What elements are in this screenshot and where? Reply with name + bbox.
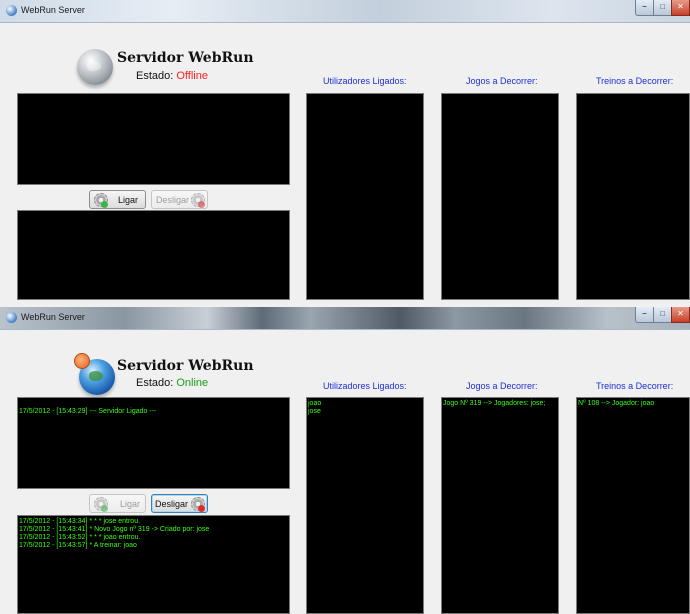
status-value: Offline [176, 70, 208, 82]
close-icon: ✕ [677, 2, 684, 11]
minimize-button[interactable]: – [635, 307, 654, 323]
list-item[interactable]: jose [307, 408, 423, 416]
server-title: Servidor WebRun [117, 50, 254, 66]
status-line: Estado: Offline [136, 70, 208, 82]
trainings-header: Treinos a Decorrer: [596, 381, 674, 391]
list-item[interactable]: joao [307, 400, 423, 408]
users-header: Utilizadores Ligados: [323, 381, 407, 391]
app-globe-icon [6, 312, 17, 323]
list-item[interactable]: 17/5/2012 - [15:43:29] --- Servidor Liga… [18, 408, 289, 416]
games-header: Jogos a Decorrer: [466, 76, 538, 86]
trainings-list[interactable] [576, 93, 690, 300]
server-globe-icon [74, 353, 115, 395]
minimize-button[interactable]: – [635, 0, 654, 16]
window-title: WebRun Server [21, 312, 85, 322]
trainings-header: Treinos a Decorrer: [596, 76, 674, 86]
connect-button-label: Ligar [120, 499, 141, 509]
games-list[interactable]: Jogo Nº 319 --> Jogadores: jose; [441, 397, 559, 614]
connect-button[interactable]: Ligar [89, 190, 146, 209]
disconnect-button-label: Desligar [156, 195, 190, 205]
list-item[interactable]: 17/5/2012 - [15:43:41] * Novo Jogo nº 31… [18, 526, 289, 534]
list-item[interactable]: 17/5/2012 - [15:43:34] * * * jose entrou… [18, 518, 289, 526]
server-window-offline: WebRun Server – □ ✕ Servidor WebRun Esta… [0, 0, 690, 307]
status-label: Estado: [136, 377, 174, 389]
maximize-icon: □ [660, 309, 665, 318]
disconnect-button[interactable]: Desligar [151, 494, 208, 513]
users-list[interactable] [306, 93, 424, 300]
server-globe-icon [77, 49, 113, 85]
app-globe-icon [6, 5, 17, 16]
server-window-online: WebRun Server – □ ✕ Servidor WebRun Esta… [0, 307, 690, 614]
disconnect-button[interactable]: Desligar [151, 190, 208, 209]
close-button[interactable]: ✕ [671, 307, 690, 323]
log-bottom-console[interactable] [17, 210, 290, 300]
list-item[interactable]: Jogo Nº 319 --> Jogadores: jose; [442, 400, 558, 408]
connect-button[interactable]: Ligar [89, 494, 146, 513]
list-item[interactable]: 17/5/2012 - [15:43:57] * A treinar: joao [18, 542, 289, 550]
log-top-console[interactable]: 17/5/2012 - [15:43:29] --- Servidor Liga… [17, 397, 290, 489]
status-line: Estado: Online [136, 377, 208, 389]
close-button[interactable]: ✕ [671, 0, 690, 16]
log-bottom-console[interactable]: 17/5/2012 - [15:43:34] * * * jose entrou… [17, 515, 290, 614]
x-badge-icon [198, 505, 205, 512]
users-list[interactable]: joao jose [306, 397, 424, 614]
close-icon: ✕ [677, 309, 684, 318]
server-title: Servidor WebRun [117, 358, 254, 374]
title-bar[interactable]: WebRun Server – □ ✕ [0, 0, 690, 23]
log-top-console[interactable] [17, 93, 290, 185]
status-label: Estado: [136, 70, 174, 82]
games-header: Jogos a Decorrer: [466, 381, 538, 391]
check-badge-icon [101, 505, 108, 512]
x-badge-icon [198, 201, 205, 208]
connect-button-label: Ligar [118, 195, 139, 205]
disconnect-button-label: Desligar [155, 499, 189, 509]
check-badge-icon [101, 201, 108, 208]
games-list[interactable] [441, 93, 559, 300]
list-item[interactable]: 17/5/2012 - [15:43:52] * * * joao entrou… [18, 534, 289, 542]
title-bar[interactable]: WebRun Server – □ ✕ [0, 307, 690, 330]
minimize-icon: – [642, 309, 647, 318]
maximize-icon: □ [660, 2, 665, 11]
trainings-list[interactable]: Nº 108 --> Jogador: joao [576, 397, 690, 614]
minimize-icon: – [642, 2, 647, 11]
list-item[interactable]: Nº 108 --> Jogador: joao [577, 400, 689, 408]
users-header: Utilizadores Ligados: [323, 76, 407, 86]
window-title: WebRun Server [21, 5, 85, 15]
maximize-button[interactable]: □ [653, 0, 672, 16]
runner-badge-icon [74, 353, 90, 369]
status-value: Online [176, 377, 209, 389]
maximize-button[interactable]: □ [653, 307, 672, 323]
